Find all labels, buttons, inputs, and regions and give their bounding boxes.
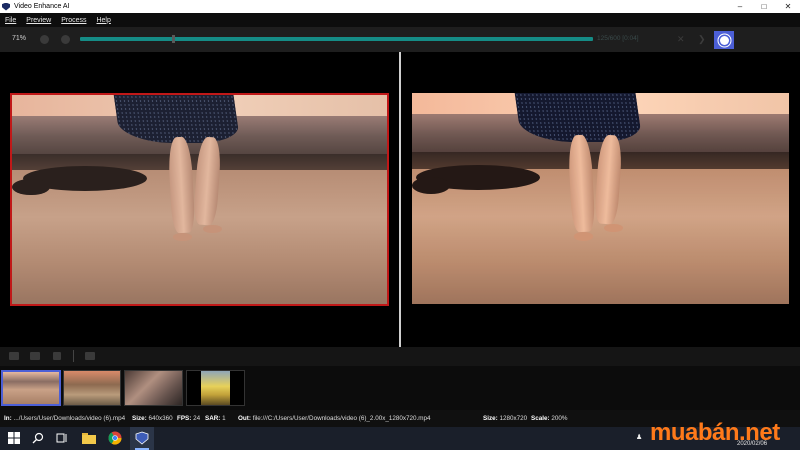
split-view-icon[interactable]: ✕: [677, 35, 685, 44]
thumbnail-3[interactable]: [124, 370, 183, 406]
menu-preview[interactable]: Preview: [26, 17, 51, 24]
menu-bar: File Preview Process Help: [0, 13, 800, 27]
window-title: Video Enhance AI: [14, 3, 70, 10]
split-divider[interactable]: [399, 52, 401, 347]
scale-value: 200%: [551, 415, 568, 422]
sar-label: SAR:: [205, 415, 221, 422]
original-preview[interactable]: [10, 93, 389, 306]
output-size: 1280x720: [499, 415, 528, 422]
zoom-level[interactable]: 71%: [12, 35, 26, 42]
thumbnail-4[interactable]: [186, 370, 245, 406]
input-path: .../Users/User/Downloads/video (6).mp4: [13, 415, 126, 422]
window-controls: – □ ✕: [728, 0, 800, 13]
input-label: In:: [4, 415, 12, 422]
preview-area: [0, 52, 800, 347]
menu-process[interactable]: Process: [61, 17, 86, 24]
video-camera-icon[interactable]: [85, 352, 95, 360]
app-logo-icon: [2, 2, 10, 11]
fps-label: FPS:: [177, 415, 192, 422]
timeline-slider[interactable]: [80, 35, 593, 43]
enhanced-frame-image: [412, 93, 789, 304]
close-icon[interactable]: ✕: [776, 0, 800, 13]
thumbnail-1[interactable]: [1, 370, 61, 406]
delete-icon[interactable]: [53, 352, 61, 360]
watermark-logo: muabán.net: [650, 419, 780, 446]
gear-icon: [719, 35, 729, 45]
task-view-icon[interactable]: [56, 431, 70, 445]
app-window: Video Enhance AI – □ ✕ File Preview Proc…: [0, 0, 800, 450]
chrome-icon[interactable]: [108, 431, 122, 445]
toolbar: 71% 125/600 [0:04] ✕ ❯: [0, 27, 800, 52]
add-video-icon[interactable]: [9, 352, 19, 360]
next-frame-icon[interactable]: ❯: [698, 35, 706, 44]
search-icon[interactable]: [32, 431, 46, 445]
original-frame-image: [12, 95, 387, 304]
output-path: file:///C:/Users/User/Downloads/video (6…: [252, 415, 431, 422]
fps-value: 24: [193, 415, 201, 422]
maximize-icon[interactable]: □: [752, 0, 776, 13]
output-label: Out:: [238, 415, 251, 422]
scale-label: Scale:: [531, 415, 550, 422]
sar-value: 1: [222, 415, 226, 422]
windows-start-icon[interactable]: [8, 431, 22, 445]
thumbnail-2[interactable]: [63, 370, 121, 406]
zoom-out-icon[interactable]: [40, 35, 49, 44]
settings-button[interactable]: [714, 31, 734, 49]
zoom-in-icon[interactable]: [61, 35, 70, 44]
menu-file[interactable]: File: [5, 17, 16, 24]
minimize-icon[interactable]: –: [728, 0, 752, 13]
input-size: 640x360: [148, 415, 173, 422]
input-size-label: Size:: [132, 415, 147, 422]
menu-help[interactable]: Help: [96, 17, 110, 24]
title-bar: Video Enhance AI – □ ✕: [0, 0, 800, 13]
clip-thumbnails: [0, 366, 800, 410]
file-explorer-icon[interactable]: [82, 431, 96, 445]
people-icon[interactable]: ♟: [636, 433, 642, 441]
timeline-handle[interactable]: [172, 35, 175, 43]
output-size-label: Size:: [483, 415, 498, 422]
clip-controls: [0, 347, 800, 366]
enhanced-preview[interactable]: [412, 93, 789, 304]
video-enhance-taskbar-icon[interactable]: [130, 427, 154, 450]
add-folder-video-icon[interactable]: [30, 352, 40, 360]
frame-counter: 125/600 [0:04]: [597, 35, 639, 42]
controls-separator: [73, 350, 74, 362]
